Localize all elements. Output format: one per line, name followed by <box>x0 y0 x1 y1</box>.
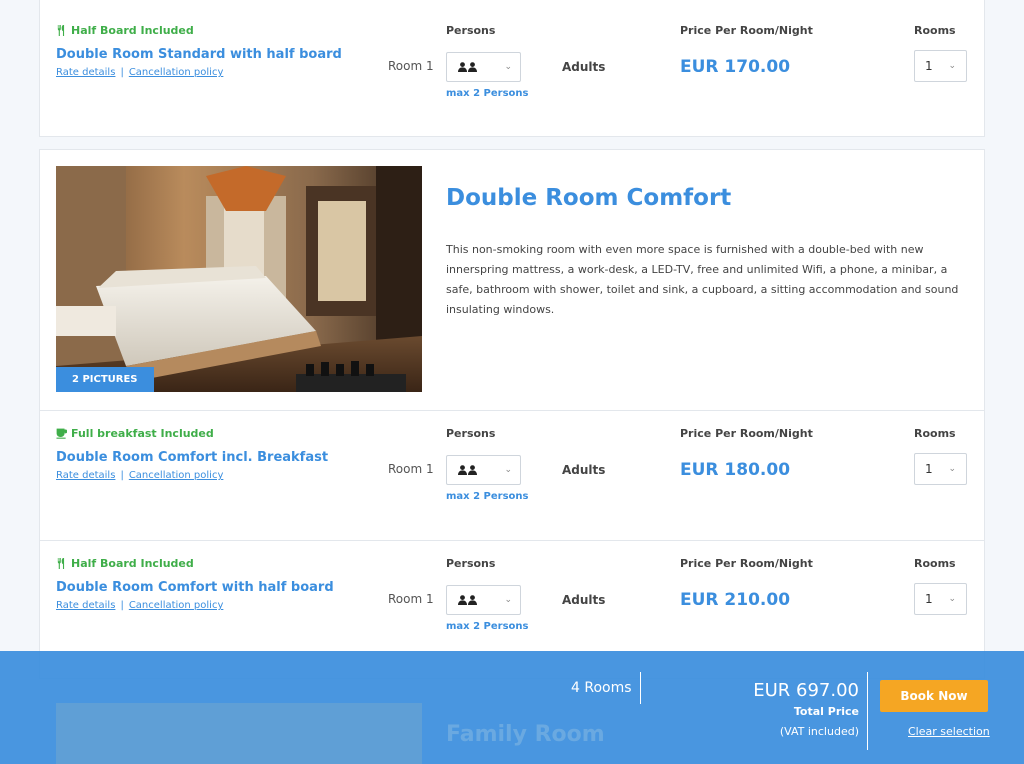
persons-header: Persons <box>446 24 496 37</box>
link-divider: | <box>120 600 124 611</box>
rate-details-link[interactable]: Rate details <box>56 470 115 481</box>
rooms-dropdown[interactable]: 1 ⌄ <box>914 453 967 485</box>
price-per-night: EUR 210.00 <box>680 590 791 610</box>
vat-note: (VAT included) <box>779 725 859 738</box>
persons-header: Persons <box>446 427 496 440</box>
persons-header: Persons <box>446 557 496 570</box>
room-number: Room 1 <box>388 59 434 73</box>
fork-knife-icon <box>57 25 65 36</box>
max-persons: max 2 Persons <box>446 88 529 99</box>
chevron-down-icon: ⌄ <box>504 62 512 72</box>
divider <box>640 672 641 704</box>
room-title: Double Room Comfort <box>446 185 732 211</box>
meal-plan: Half Board Included <box>56 557 194 570</box>
room-description: This non-smoking room with even more spa… <box>446 243 959 316</box>
cancellation-policy-link[interactable]: Cancellation policy <box>129 67 224 78</box>
cancellation-policy-link[interactable]: Cancellation policy <box>129 470 224 481</box>
rate-details-link[interactable]: Rate details <box>56 600 115 611</box>
meal-plan-label: Full breakfast Included <box>71 427 214 440</box>
price-header: Price Per Room/Night <box>680 427 813 440</box>
next-room-title: Family Room <box>446 722 605 747</box>
chevron-down-icon: ⌄ <box>948 594 956 604</box>
link-divider: | <box>120 470 124 481</box>
rooms-dropdown[interactable]: 1 ⌄ <box>914 583 967 615</box>
chevron-down-icon: ⌄ <box>504 465 512 475</box>
rooms-header: Rooms <box>914 24 956 37</box>
two-persons-icon <box>458 62 477 72</box>
meal-plan-label: Half Board Included <box>71 24 194 37</box>
book-now-button[interactable]: Book Now <box>880 680 988 712</box>
selected-rooms-count: 4 Rooms <box>571 680 632 696</box>
meal-plan: Half Board Included <box>56 24 194 37</box>
rate-card-standard: Half Board Included Double Room Standard… <box>39 0 985 137</box>
pictures-badge[interactable]: 2 PICTURES <box>56 367 154 392</box>
rate-links: Rate details | Cancellation policy <box>56 600 223 611</box>
rate-details-link[interactable]: Rate details <box>56 67 115 78</box>
rate-links: Rate details | Cancellation policy <box>56 470 223 481</box>
total-price-label: Total Price <box>793 705 859 718</box>
cancellation-policy-link[interactable]: Cancellation policy <box>129 600 224 611</box>
two-persons-icon <box>458 595 477 605</box>
max-persons: max 2 Persons <box>446 491 529 502</box>
rate-row: Full breakfast Included Double Room Comf… <box>40 410 984 540</box>
link-divider: | <box>120 67 124 78</box>
two-persons-icon <box>458 465 477 475</box>
persons-dropdown[interactable]: ⌄ <box>446 52 521 82</box>
rooms-value: 1 <box>925 462 933 476</box>
max-persons: max 2 Persons <box>446 621 529 632</box>
price-header: Price Per Room/Night <box>680 557 813 570</box>
divider <box>867 672 868 750</box>
rooms-header: Rooms <box>914 557 956 570</box>
adults-label: Adults <box>562 463 606 477</box>
meal-plan: Full breakfast Included <box>56 427 214 440</box>
room-number: Room 1 <box>388 592 434 606</box>
adults-label: Adults <box>562 60 606 74</box>
room-header: 2 PICTURES Double Room Comfort This non-… <box>40 150 984 410</box>
room-number: Room 1 <box>388 462 434 476</box>
family-room-photo <box>56 703 422 764</box>
rooms-header: Rooms <box>914 427 956 440</box>
clear-selection-link[interactable]: Clear selection <box>908 725 990 738</box>
chevron-down-icon: ⌄ <box>948 61 956 71</box>
rooms-dropdown[interactable]: 1 ⌄ <box>914 50 967 82</box>
room-photo[interactable]: 2 PICTURES <box>56 166 422 392</box>
room-card-double-comfort: 2 PICTURES Double Room Comfort This non-… <box>39 149 985 679</box>
rate-row: Half Board Included Double Room Standard… <box>40 8 984 138</box>
rate-name-link[interactable]: Double Room Comfort with half board <box>56 580 334 595</box>
price-header: Price Per Room/Night <box>680 24 813 37</box>
bedroom-image <box>56 166 422 392</box>
price-per-night: EUR 170.00 <box>680 57 791 77</box>
rooms-value: 1 <box>925 59 933 73</box>
meal-plan-label: Half Board Included <box>71 557 194 570</box>
rooms-value: 1 <box>925 592 933 606</box>
chevron-down-icon: ⌄ <box>948 464 956 474</box>
rate-links: Rate details | Cancellation policy <box>56 67 223 78</box>
fork-knife-icon <box>57 558 65 569</box>
persons-dropdown[interactable]: ⌄ <box>446 455 521 485</box>
rate-name-link[interactable]: Double Room Standard with half board <box>56 47 342 62</box>
adults-label: Adults <box>562 593 606 607</box>
coffee-cup-icon <box>56 428 67 439</box>
total-price: EUR 697.00 <box>753 680 859 701</box>
persons-dropdown[interactable]: ⌄ <box>446 585 521 615</box>
chevron-down-icon: ⌄ <box>504 595 512 605</box>
rate-name-link[interactable]: Double Room Comfort incl. Breakfast <box>56 450 328 465</box>
price-per-night: EUR 180.00 <box>680 460 791 480</box>
